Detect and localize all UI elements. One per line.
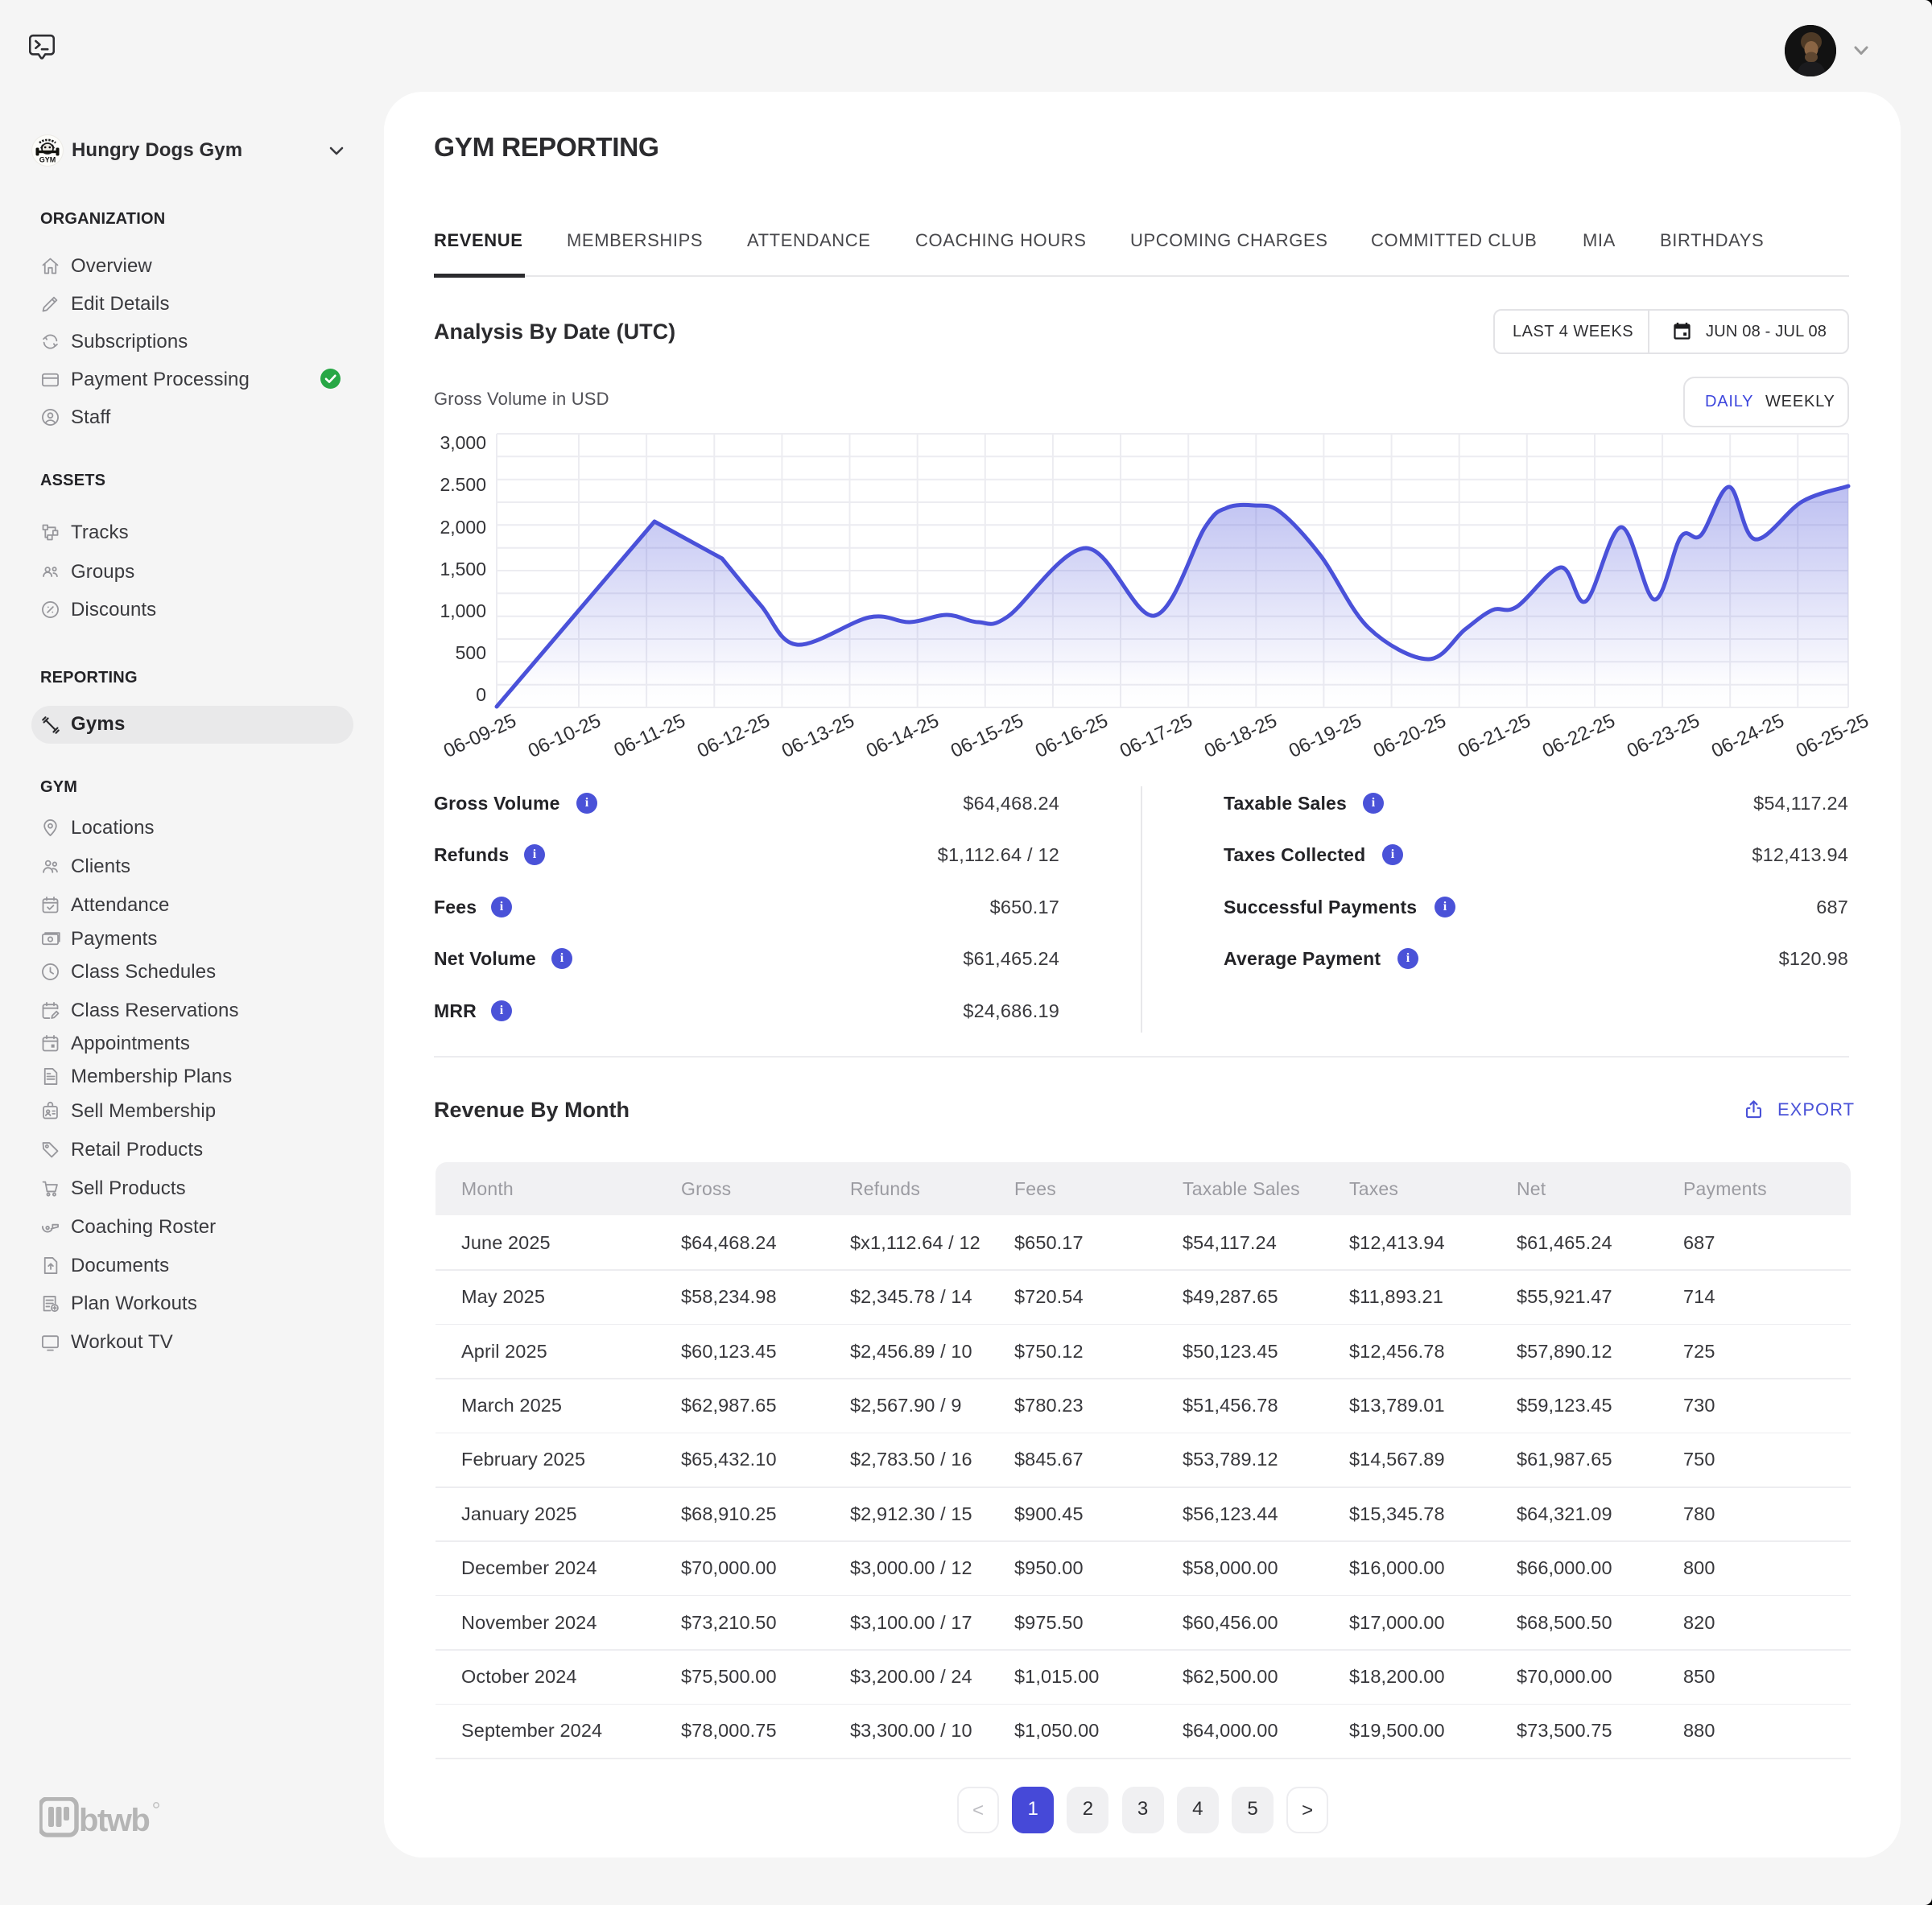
svg-text:06-20-25: 06-20-25 — [1370, 710, 1449, 762]
svg-text:06-25-25: 06-25-25 — [1793, 710, 1872, 762]
svg-text:1,500: 1,500 — [440, 559, 486, 579]
svg-text:06-21-25: 06-21-25 — [1455, 710, 1534, 762]
svg-text:06-23-25: 06-23-25 — [1624, 710, 1703, 762]
svg-text:06-10-25: 06-10-25 — [525, 710, 604, 762]
svg-text:0: 0 — [476, 684, 486, 705]
svg-text:06-18-25: 06-18-25 — [1201, 710, 1280, 762]
svg-text:06-17-25: 06-17-25 — [1117, 710, 1195, 762]
svg-text:06-24-25: 06-24-25 — [1708, 710, 1787, 762]
svg-text:06-16-25: 06-16-25 — [1032, 710, 1111, 762]
svg-text:3,000: 3,000 — [440, 432, 486, 453]
svg-text:06-11-25: 06-11-25 — [611, 710, 689, 761]
svg-text:06-15-25: 06-15-25 — [947, 710, 1026, 762]
svg-text:500: 500 — [456, 642, 486, 663]
svg-text:06-13-25: 06-13-25 — [778, 710, 857, 762]
svg-text:06-12-25: 06-12-25 — [694, 710, 773, 762]
svg-text:06-14-25: 06-14-25 — [863, 710, 942, 762]
svg-text:1,000: 1,000 — [440, 600, 486, 621]
svg-text:2,000: 2,000 — [440, 517, 486, 538]
svg-text:2.500: 2.500 — [440, 474, 486, 495]
svg-text:06-22-25: 06-22-25 — [1539, 710, 1618, 762]
svg-text:06-19-25: 06-19-25 — [1286, 710, 1364, 762]
svg-text:06-09-25: 06-09-25 — [440, 710, 519, 762]
